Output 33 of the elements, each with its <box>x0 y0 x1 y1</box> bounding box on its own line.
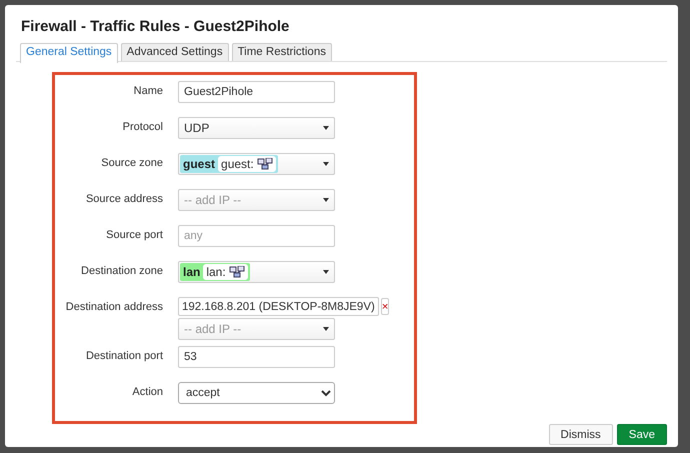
address-entry: 192.168.8.201 (DESKTOP-8M8JE9V) <box>178 297 379 316</box>
field-label: Destination port <box>86 349 163 362</box>
dismiss-button[interactable]: Dismiss <box>548 424 613 445</box>
caret-icon <box>323 126 329 130</box>
field-label: Protocol <box>122 120 163 133</box>
field-label: Source port <box>106 228 163 241</box>
zone-dropdown[interactable]: guest guest: <box>178 153 335 175</box>
field-label: Destination zone <box>81 264 163 277</box>
field-label: Source address <box>86 192 163 205</box>
dropdown[interactable]: accept <box>178 382 335 404</box>
zone-dropdown[interactable]: lan lan: <box>178 261 335 283</box>
text-field[interactable]: any <box>178 225 335 247</box>
caret-icon <box>323 270 329 274</box>
remove-button[interactable]: × <box>380 298 390 315</box>
dialog-title: Firewall - Traffic Rules - Guest2Pihole <box>21 18 290 35</box>
network-icon <box>256 158 273 170</box>
zone-badge: lan lan: <box>180 263 250 281</box>
field-label: Destination address <box>66 300 163 313</box>
tab[interactable]: General Settings <box>20 43 118 63</box>
dropdown[interactable]: UDP <box>178 117 335 139</box>
text-field[interactable]: Guest2Pihole <box>178 81 335 103</box>
tab[interactable]: Advanced Settings <box>120 43 229 61</box>
zone-badge: guest guest: <box>180 155 278 173</box>
field-label: Name <box>134 84 163 97</box>
field-label: Source zone <box>101 156 163 169</box>
text-field[interactable]: 53 <box>178 346 335 368</box>
caret-icon <box>323 162 329 166</box>
network-icon <box>228 266 245 278</box>
caret-icon <box>323 198 329 202</box>
tab[interactable]: Time Restrictions <box>232 43 332 61</box>
caret-icon <box>323 327 329 331</box>
field-label: Action <box>132 385 163 398</box>
save-button[interactable]: Save <box>616 424 667 445</box>
